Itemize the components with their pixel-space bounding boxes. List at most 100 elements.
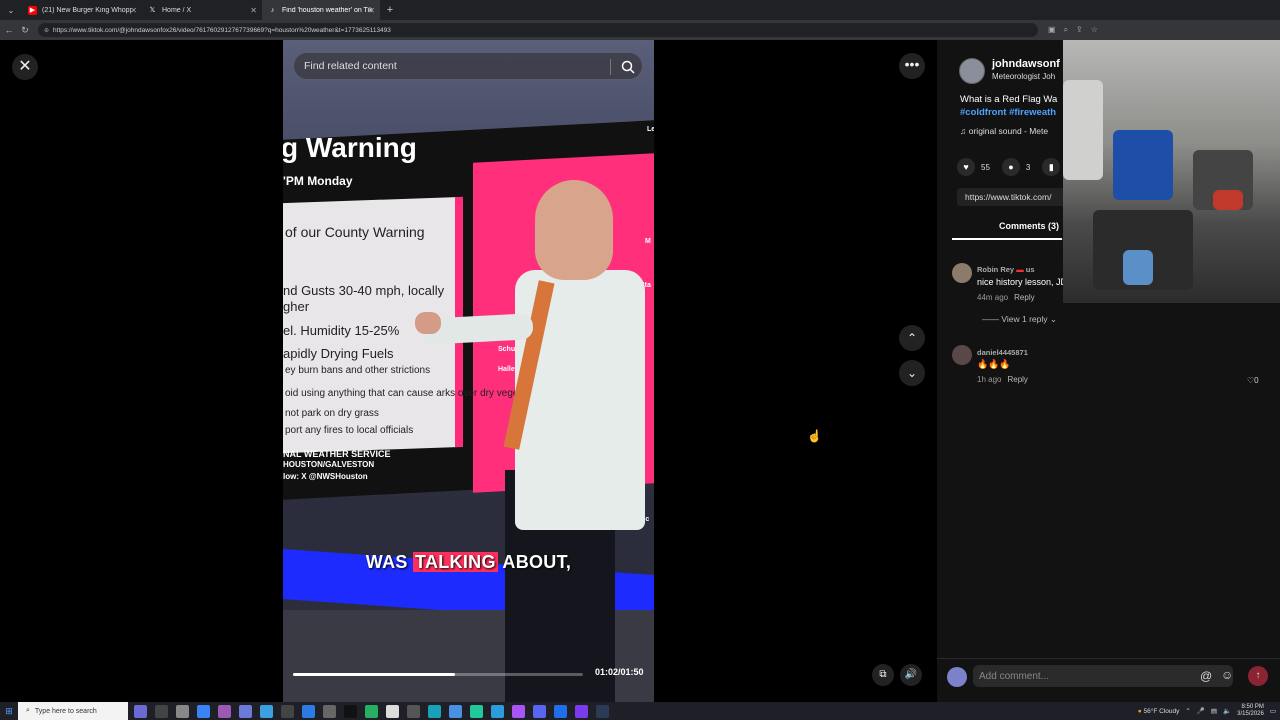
notification-icon[interactable]: ▭ [1270,707,1276,715]
tab-active-indicator [952,238,1062,240]
close-video-button[interactable]: ✕ [12,54,38,80]
caption-pre: WAS [365,552,413,572]
reply-button[interactable]: Reply [1007,375,1027,384]
tab-x[interactable]: 𝕏 Home / X ✕ [142,0,262,20]
app-icon[interactable] [449,704,462,718]
share-icon[interactable]: ⇪ [1076,25,1083,35]
comment-like[interactable]: ♡0 [1247,376,1259,385]
like-button[interactable]: ♥ 55 [957,158,990,176]
previous-video-button[interactable]: ⌃ [899,325,925,351]
close-tab-icon[interactable]: ✕ [368,6,375,15]
video-caption: WAS TALKING ABOUT, [283,552,654,573]
app-icon[interactable] [575,704,588,718]
video-player[interactable]: g Warning 'PM Monday of our County Warni… [283,40,654,702]
app-icon[interactable] [344,704,357,718]
comment-time: 1h ago [977,375,1002,384]
cam-bucket [1213,190,1243,210]
comment-user[interactable]: Robin Rey ▬ us [977,265,1035,274]
tab-youtube[interactable]: ▶ (21) New Burger King Whopper R... ✕ [22,0,142,20]
app-icon[interactable] [239,704,252,718]
windows-start-icon[interactable]: ⊞ [0,706,18,717]
bookmark-icon: ▮ [1042,158,1061,176]
weather-text: 56°F Cloudy [1143,707,1180,715]
view-replies-button[interactable]: —— View 1 reply ⌄ [982,314,1057,325]
tiktok-video-page: ✕ g Warning 'PM Monday of our County War… [0,40,1280,702]
app-icon[interactable] [407,704,420,718]
search-icon[interactable] [620,59,636,75]
author-name[interactable]: johndawsonf [992,58,1060,70]
system-clock[interactable]: 8:50 PM 3/15/2026 [1237,704,1264,718]
app-icon[interactable] [134,704,147,718]
close-tab-icon[interactable]: ✕ [250,6,257,15]
author-subtitle: Meteorologist Joh [992,72,1056,81]
volume-icon[interactable]: 🔊 [900,664,922,686]
commenter-avatar[interactable] [952,345,972,365]
post-sound[interactable]: ♫ original sound - Mete [960,126,1048,136]
app-icon[interactable] [470,704,483,718]
app-icon[interactable] [218,704,231,718]
zoom-icon[interactable]: ⌕ [1064,25,1068,35]
author-avatar[interactable] [959,58,985,84]
reload-icon[interactable]: ↻ [18,25,32,36]
app-icon[interactable] [197,704,210,718]
screen-bullet: ey burn bans and other strictions [285,365,431,376]
close-tab-icon[interactable]: ✕ [130,6,137,15]
app-icon[interactable] [512,704,525,718]
tab-comments[interactable]: Comments (3) [999,221,1059,231]
caption-highlight: TALKING [413,552,498,572]
comment-meta: 44m ago Reply [977,293,1035,302]
network-icon[interactable]: ▤ [1211,707,1217,715]
tab-search-icon[interactable]: ⌄ [0,6,22,15]
reply-button[interactable]: Reply [1014,293,1034,302]
tab-label: Find 'houston weather' on TikTok [282,6,372,14]
screen-higher: gher [283,299,310,314]
comment-input[interactable] [973,665,1233,687]
video-progress-bar[interactable] [293,673,583,676]
save-button[interactable]: ▮ [1042,158,1061,176]
chevron-down-icon: ⌄ [1049,314,1058,324]
pip-icon[interactable]: ⧉ [872,664,894,686]
app-icon[interactable] [260,704,273,718]
install-app-icon[interactable]: ▣ [1048,25,1056,35]
user-avatar [947,667,967,687]
screen-warning-title: g Warning [283,132,417,163]
emoji-icon[interactable]: ☺ [1221,668,1233,682]
back-icon[interactable]: ← [2,25,16,35]
next-video-button[interactable]: ⌄ [899,360,925,386]
comment-username[interactable]: daniel4445871 [977,348,1028,357]
url-field[interactable]: ⊕ https://www.tiktok.com/@johndawsonfox2… [38,23,1038,37]
post-hashtags[interactable]: #coldfront #fireweath [960,107,1056,118]
app-icon[interactable] [323,704,336,718]
comment-count: 3 [1025,162,1031,172]
mention-icon[interactable]: @ [1200,669,1212,683]
app-icon[interactable] [386,704,399,718]
task-view-icon[interactable] [155,704,168,718]
mic-icon[interactable]: 🎤 [1197,707,1205,715]
app-icon[interactable] [491,704,504,718]
search-icon: ⌕ [26,707,30,714]
app-icon[interactable] [281,704,294,718]
screen-nws: low: X @NWSHouston [283,472,368,481]
taskbar-search[interactable]: ⌕ Type here to search [18,702,128,720]
weather-widget[interactable]: ● 56°F Cloudy [1138,708,1180,715]
discord-icon[interactable] [533,704,546,718]
related-search-bar[interactable] [293,52,643,80]
more-options-button[interactable]: ••• [899,53,925,79]
bookmark-star-icon[interactable]: ☆ [1091,25,1098,35]
tab-tiktok[interactable]: ♪ Find 'houston weather' on TikTok ✕ [262,0,380,20]
comment-button[interactable]: ● 3 [1001,158,1031,176]
weather-icon: ● [1137,707,1142,715]
steam-icon[interactable] [596,704,609,718]
app-icon[interactable] [554,704,567,718]
commenter-avatar[interactable] [952,263,972,283]
app-icon[interactable] [302,704,315,718]
add-comment-bar: @ ☺ ↑ [937,658,1280,692]
post-comment-button[interactable]: ↑ [1248,666,1268,686]
new-tab-button[interactable]: + [380,4,400,16]
app-icon[interactable] [428,704,441,718]
app-icon[interactable] [365,704,378,718]
related-search-input[interactable] [294,60,594,72]
speaker-icon[interactable]: 🔈 [1223,707,1231,715]
tray-chevron-icon[interactable]: ⌃ [1185,707,1190,715]
app-icon[interactable] [176,704,189,718]
